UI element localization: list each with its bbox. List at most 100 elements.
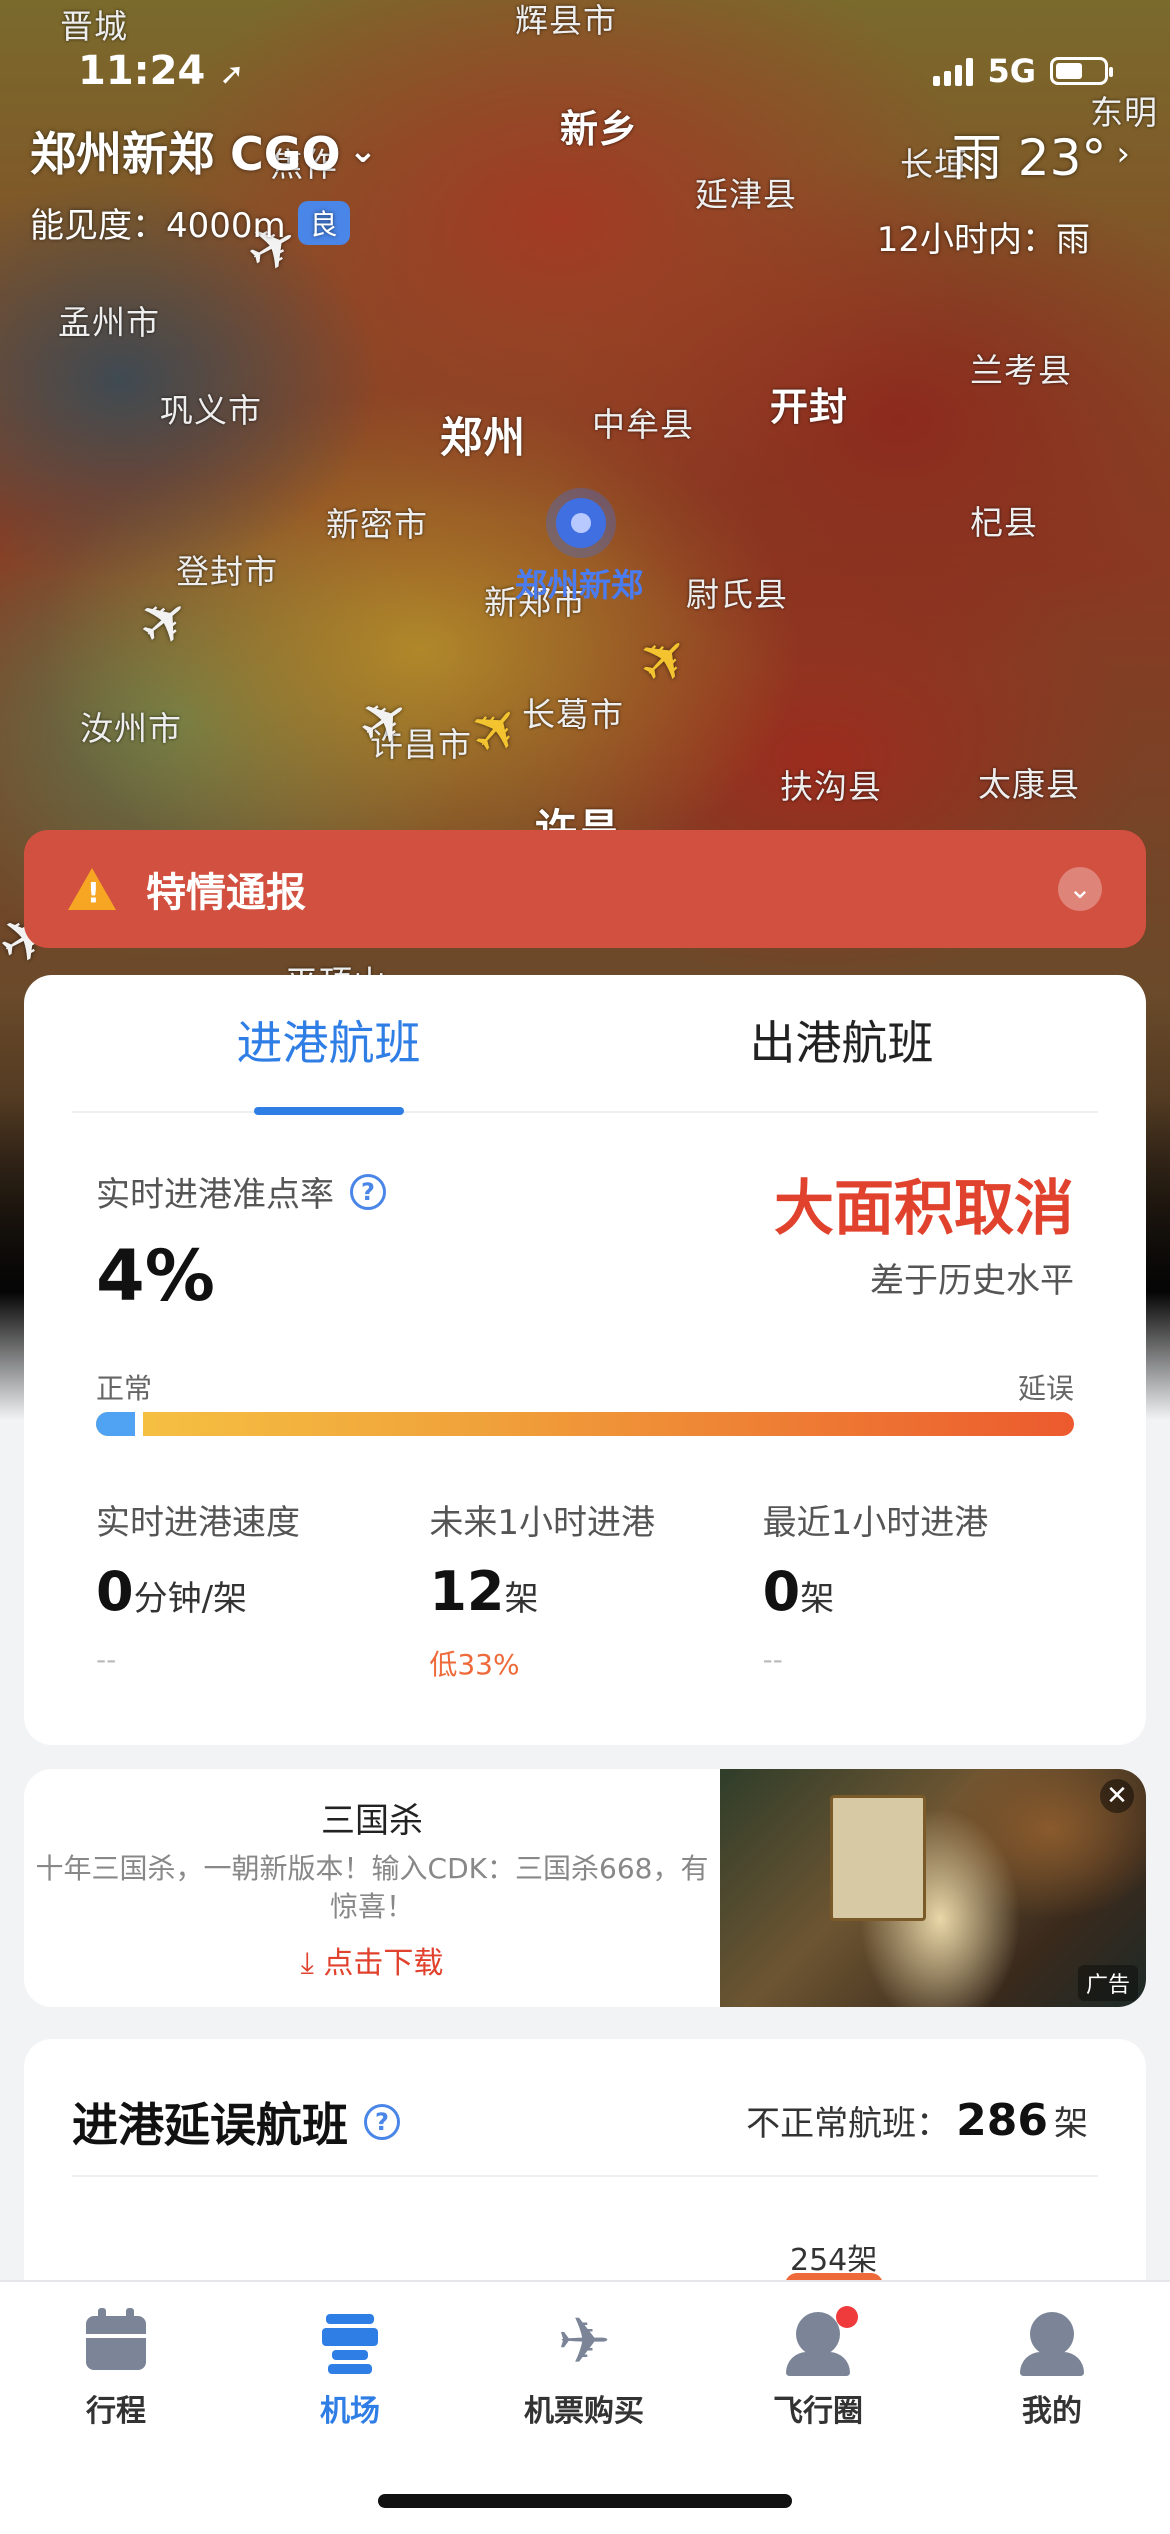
tab-arrivals[interactable]: 进港航班 [72, 975, 585, 1115]
status-icons: 5G [933, 52, 1113, 90]
stat-label: 实时进港速度 [96, 1503, 300, 1543]
ontime-progress-fill [96, 1412, 143, 1436]
chevron-right-icon: › [1116, 134, 1130, 174]
visibility-value: 4000m [166, 206, 286, 246]
stat-item: 实时进港速度 0分钟/架 -- [96, 1495, 429, 1683]
weather-button[interactable]: 雨 23° › [952, 118, 1130, 190]
notification-dot [836, 2306, 858, 2328]
flight-tabs: 进港航班 出港航班 [72, 975, 1098, 1115]
ontime-rate-label: 实时进港准点率 ? [96, 1167, 386, 1216]
home-indicator [378, 2494, 792, 2508]
profile-icon [1012, 2304, 1092, 2380]
map-city-label: 新密市 [326, 505, 428, 544]
tab-departures[interactable]: 出港航班 [585, 975, 1098, 1111]
bar-delay-label: 延误 [1017, 1372, 1074, 1405]
ad-text: 三国杀 十年三国杀，一朝新版本！输入CDK：三国杀668，有惊喜！ ⤓ 点击下载 [24, 1769, 720, 2007]
stat-label: 最近1小时进港 [762, 1503, 989, 1543]
history-compare: 差于历史水平 [870, 1261, 1074, 1301]
ad-card-art [830, 1795, 926, 1921]
tab-label: 行程 [86, 2394, 146, 2429]
divider [72, 2175, 1098, 2177]
stat-sub: -- [762, 1643, 783, 1676]
ontime-progress-bar [96, 1412, 1074, 1436]
arrival-stats: 实时进港速度 0分钟/架 -- 未来1小时进港 12架 低33% 最近1小时进港… [96, 1495, 1096, 1683]
tab-label: 我的 [1022, 2394, 1082, 2429]
delayed-flights-title: 进港延误航班 ? [72, 2089, 400, 2155]
map-city-label: 巩义市 [160, 391, 262, 430]
stat-value: 0分钟/架 [96, 1560, 248, 1623]
battery-icon [1050, 57, 1113, 85]
ad-banner[interactable]: 三国杀 十年三国杀，一朝新版本！输入CDK：三国杀668，有惊喜！ ⤓ 点击下载… [24, 1769, 1146, 2007]
ad-title: 三国杀 [321, 1801, 423, 1841]
map-city-label: 中牟县 [592, 405, 694, 444]
operation-status: 大面积取消 [774, 1174, 1074, 1244]
signal-icon [933, 56, 974, 86]
alert-title: 特情通报 [146, 870, 306, 916]
weather-forecast: 12小时内：雨 [876, 220, 1090, 260]
calendar-icon [76, 2304, 156, 2380]
control-tower-icon [310, 2304, 390, 2380]
download-icon: ⤓ [300, 1946, 314, 1981]
airport-marker-label: 郑州新郑 [515, 566, 644, 604]
visibility-label: 能见度： [30, 206, 166, 246]
tab-me[interactable]: 我的 [952, 2304, 1152, 2430]
ad-description: 十年三国杀，一朝新版本！输入CDK：三国杀668，有惊喜！ [35, 1852, 709, 1923]
stat-item: 最近1小时进港 0架 -- [763, 1495, 1096, 1683]
map-city-label: 尉氏县 [686, 575, 788, 614]
stat-item: 未来1小时进港 12架 低33% [429, 1495, 762, 1683]
warning-icon: ! [68, 868, 116, 910]
chevron-down-icon[interactable]: ⌄ [1058, 867, 1102, 911]
bar-normal-label: 正常 [96, 1372, 153, 1405]
map-city-label: 开封 [770, 385, 849, 429]
map-city-label: 太康县 [978, 765, 1080, 804]
tab-trips[interactable]: 行程 [16, 2304, 216, 2430]
airplane-icon[interactable]: ✈ [123, 579, 207, 665]
map-city-label: 汝州市 [80, 709, 182, 748]
ontime-rate-value: 4% [96, 1235, 215, 1317]
chevron-down-icon: ⌄ [348, 131, 378, 171]
ad-download-button[interactable]: ⤓ 点击下载 [24, 1938, 720, 1982]
map-city-label: 郑州 [440, 413, 527, 462]
abnormal-flights-count: 不正常航班： 286 架 [746, 2095, 1088, 2146]
ad-image[interactable]: ✕ 广告 [720, 1769, 1146, 2007]
map-city-label: 兰考县 [970, 351, 1072, 390]
weather-current: 雨 23° [951, 129, 1107, 187]
map-city-label: 杞县 [970, 503, 1038, 542]
stat-sub: 低33% [429, 1648, 520, 1681]
location-arrow-icon: ➚ [219, 57, 245, 92]
map-city-label: 晋城 [60, 7, 128, 46]
map-city-label: 新乡 [560, 107, 639, 151]
ontime-rate-text: 实时进港准点率 [96, 1175, 334, 1215]
network-type: 5G [987, 52, 1036, 90]
help-icon[interactable]: ? [364, 2104, 400, 2140]
airport-selector[interactable]: 郑州新郑 CGO ⌄ [30, 118, 377, 184]
map-city-label: 孟州市 [58, 303, 160, 342]
community-icon [778, 2304, 858, 2380]
stat-sub: -- [96, 1643, 117, 1676]
flights-card: 进港航班 出港航班 实时进港准点率 ? 4% 大面积取消 差于历史水平 正常 延… [24, 975, 1146, 1745]
airport-marker[interactable] [556, 498, 606, 548]
visibility-badge: 良 [297, 200, 350, 245]
map-city-label: 辉县市 [515, 1, 617, 40]
visibility-info: 能见度：4000m 良 [30, 198, 350, 247]
airplane-icon[interactable]: ✈ [623, 617, 708, 702]
map-city-label: 延津县 [695, 175, 797, 214]
close-icon[interactable]: ✕ [1100, 1779, 1134, 1813]
tab-community[interactable]: 飞行圈 [718, 2304, 918, 2430]
ad-tag: 广告 [1077, 1965, 1138, 2001]
airport-name: 郑州新郑 CGO [30, 127, 341, 181]
map-city-label: 登封市 [176, 552, 278, 591]
special-alert-banner[interactable]: ! 特情通报 ⌄ [24, 830, 1146, 948]
map-city-label: 扶沟县 [780, 767, 882, 806]
map-city-label: 长葛市 [522, 695, 624, 734]
tab-label: 飞行圈 [773, 2394, 863, 2429]
status-time: 11:24 ➚ [78, 48, 245, 94]
airplane-icon: ✈ [557, 2305, 611, 2379]
tab-label: 机场 [320, 2394, 380, 2429]
tab-buy-tickets[interactable]: ✈ 机票购买 [484, 2304, 684, 2430]
tab-airport[interactable]: 机场 [250, 2304, 450, 2430]
stat-label: 未来1小时进港 [429, 1503, 655, 1543]
help-icon[interactable]: ? [350, 1173, 386, 1210]
tab-label: 机票购买 [524, 2394, 644, 2429]
stat-value: 12架 [429, 1560, 539, 1623]
